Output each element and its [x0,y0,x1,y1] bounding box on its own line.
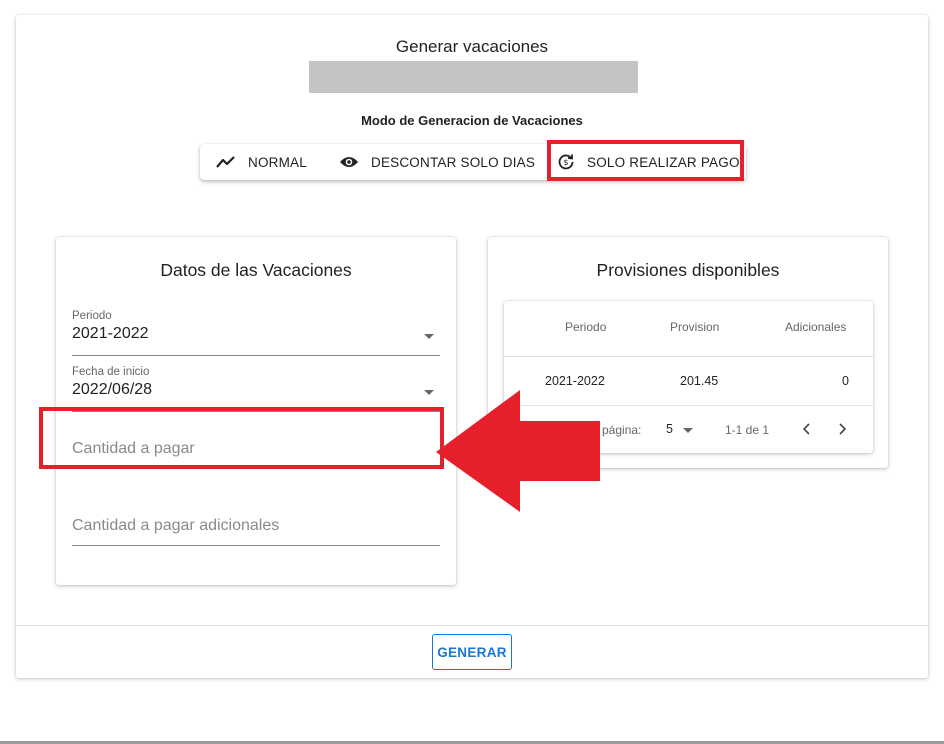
red-arrow-icon [436,390,600,512]
highlight-box-pago [547,140,744,181]
cell-adicionales: 0 [842,374,849,388]
cantidad-adicionales-placeholder: Cantidad a pagar adicionales [72,517,280,534]
mode-descontar-label: DESCONTAR SOLO DIAS [371,154,536,170]
redacted-employee-name [309,61,638,93]
generar-vacaciones-dialog: Generar vacaciones Modo de Generacion de… [16,15,928,678]
rows-per-page-value[interactable]: 5 [666,422,673,436]
periodo-value: 2021-2022 [72,325,149,342]
cantidad-adicionales-input[interactable]: Cantidad a pagar adicionales [72,517,440,546]
eye-icon [340,157,358,167]
chevron-left-icon[interactable] [802,423,812,435]
provisiones-panel-title: Provisiones disponibles [596,260,780,280]
periodo-select[interactable]: Periodo 2021-2022 [72,310,440,356]
cell-provision: 201.45 [680,374,719,388]
cell-periodo: 2021-2022 [545,374,605,388]
page: Generar vacaciones Modo de Generacion de… [0,0,944,744]
col-header-adicionales[interactable]: Adicionales [785,320,846,334]
fecha-dropdown-icon[interactable] [424,390,434,395]
fecha-inicio-label: Fecha de inicio [72,366,150,378]
mode-normal-label: NORMAL [248,154,307,170]
periodo-dropdown-icon[interactable] [424,334,434,339]
dialog-title: Generar vacaciones [395,37,549,56]
mode-descontar-button[interactable]: DESCONTAR SOLO DIAS [324,144,548,180]
highlight-box-cantidad [39,407,444,469]
generar-button[interactable]: GENERAR [432,634,512,670]
datos-panel-title: Datos de las Vacaciones [160,260,352,280]
rows-per-page-dropdown-icon[interactable] [683,428,693,433]
mode-normal-button[interactable]: NORMAL [200,144,324,180]
cantidad-adicionales-underline [72,545,440,546]
mode-label: Modo de Generacion de Vacaciones [361,113,583,128]
col-header-provision[interactable]: Provision [670,320,719,334]
col-header-periodo[interactable]: Periodo [565,320,606,334]
periodo-underline [72,355,440,356]
pager-range: 1-1 de 1 [725,423,770,437]
trending-icon [216,156,235,168]
periodo-label: Periodo [72,310,112,322]
fecha-inicio-value: 2022/06/28 [72,381,153,398]
fecha-inicio-select[interactable]: Fecha de inicio 2022/06/28 [72,366,440,412]
rows-per-page-label: página: [602,423,642,437]
chevron-right-icon[interactable] [837,423,847,435]
header-divider [504,356,873,357]
footer-divider [16,625,928,626]
